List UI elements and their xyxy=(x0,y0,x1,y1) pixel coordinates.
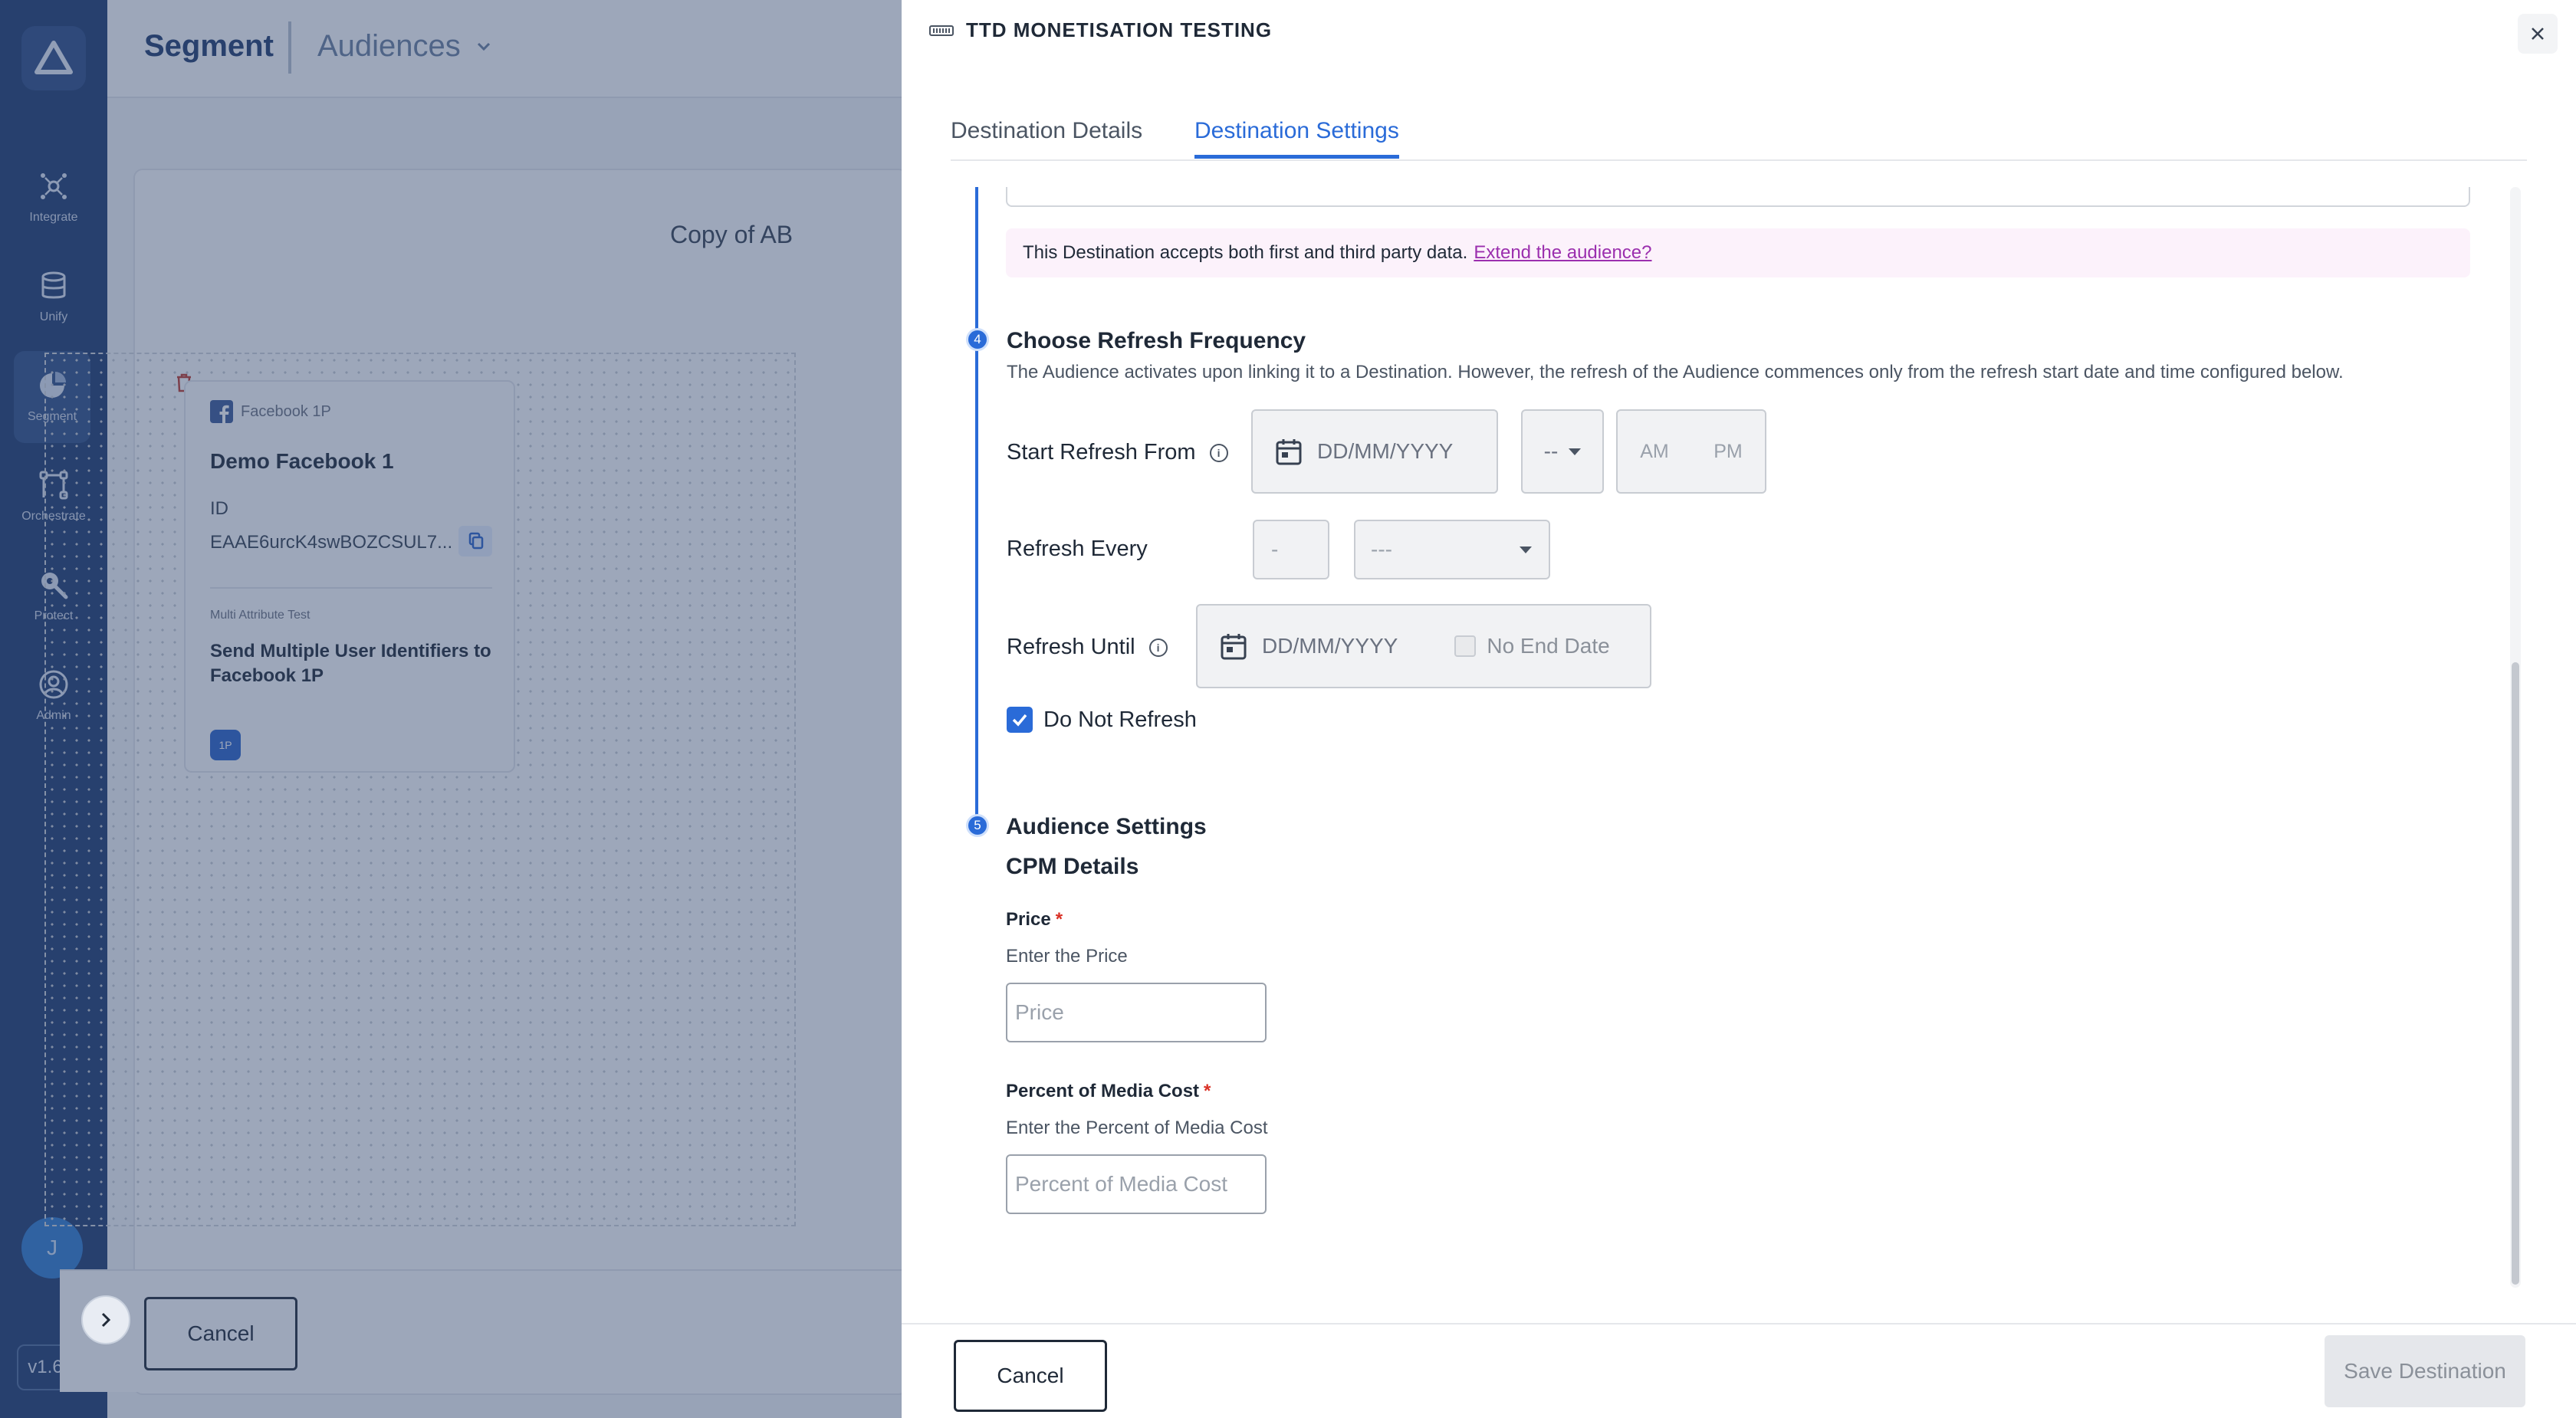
drawer-tabs: Destination Details Destination Settings xyxy=(951,107,2527,161)
close-drawer-button[interactable] xyxy=(2518,14,2558,54)
refresh-until-label: Refresh Until i xyxy=(1007,635,1168,660)
notice-text: This Destination accepts both first and … xyxy=(1023,242,1468,263)
cancel-button[interactable]: Cancel xyxy=(954,1340,1107,1412)
caret-down-icon xyxy=(1520,546,1532,553)
step-number-4: 4 xyxy=(966,328,989,351)
refresh-unit-placeholder: --- xyxy=(1371,537,1392,561)
previous-section-input[interactable] xyxy=(1006,187,2470,207)
am-option[interactable]: AM xyxy=(1640,441,1669,463)
media-cost-input[interactable] xyxy=(1006,1154,1267,1214)
start-date-picker[interactable]: DD/MM/YYYY xyxy=(1251,409,1498,494)
destination-drawer: TTD MONETISATION TESTING Destination Det… xyxy=(902,0,2576,1418)
drawer-footer: Cancel Save Destination xyxy=(902,1323,2576,1418)
checkmark-icon xyxy=(1012,714,1027,727)
refresh-unit-select[interactable]: --- xyxy=(1354,520,1550,579)
no-end-date-label: No End Date xyxy=(1487,634,1610,658)
price-label-text: Price xyxy=(1006,909,1051,930)
start-refresh-label: Start Refresh From i xyxy=(1007,440,1228,465)
third-party-notice: This Destination accepts both first and … xyxy=(1006,228,2470,277)
do-not-refresh-option[interactable]: Do Not Refresh xyxy=(1007,707,1197,733)
modal-overlay[interactable] xyxy=(0,0,902,1418)
start-date-placeholder: DD/MM/YYYY xyxy=(1317,439,1454,463)
until-date-picker[interactable]: DD/MM/YYYY No End Date xyxy=(1196,604,1651,688)
price-help-text: Enter the Price xyxy=(1006,946,1128,967)
refresh-every-input[interactable]: - xyxy=(1253,520,1329,579)
settings-scroll-area[interactable]: This Destination accepts both first and … xyxy=(902,187,2576,1321)
price-input[interactable] xyxy=(1006,983,1267,1042)
scrollbar-thumb[interactable] xyxy=(2512,662,2519,1285)
hour-placeholder: -- xyxy=(1543,439,1559,463)
media-cost-label-text: Percent of Media Cost xyxy=(1006,1081,1200,1101)
info-icon[interactable]: i xyxy=(1209,443,1228,462)
info-icon[interactable]: i xyxy=(1148,638,1168,657)
expand-nav-button[interactable] xyxy=(81,1295,130,1344)
drawer-title: TTD MONETISATION TESTING xyxy=(966,18,1273,41)
cpm-details-title: CPM Details xyxy=(1006,854,1139,879)
calendar-icon xyxy=(1221,634,1247,660)
no-end-date-option[interactable]: No End Date xyxy=(1454,634,1610,658)
do-not-refresh-label: Do Not Refresh xyxy=(1043,707,1197,732)
caret-down-icon xyxy=(1569,448,1582,455)
chevron-right-icon xyxy=(101,1312,111,1328)
calendar-icon xyxy=(1276,439,1302,465)
refresh-section-title: Choose Refresh Frequency xyxy=(1007,328,1306,353)
extend-audience-link[interactable]: Extend the audience? xyxy=(1474,242,1651,264)
media-cost-help-text: Enter the Percent of Media Cost xyxy=(1006,1118,1268,1138)
refresh-until-text: Refresh Until xyxy=(1007,635,1135,659)
required-marker: * xyxy=(1204,1081,1211,1101)
tab-destination-settings[interactable]: Destination Settings xyxy=(1194,118,1399,159)
pm-option[interactable]: PM xyxy=(1714,441,1743,463)
start-hour-select[interactable]: -- xyxy=(1521,409,1604,494)
media-cost-label: Percent of Media Cost * xyxy=(1006,1081,1211,1102)
audience-section-title: Audience Settings xyxy=(1006,814,1207,839)
required-marker: * xyxy=(1055,909,1063,930)
ttd-logo-icon xyxy=(929,25,954,36)
no-end-date-checkbox[interactable] xyxy=(1454,635,1477,657)
price-label: Price * xyxy=(1006,909,1063,931)
refresh-every-label: Refresh Every xyxy=(1007,537,1148,561)
close-icon xyxy=(2532,28,2544,40)
do-not-refresh-checkbox[interactable] xyxy=(1007,707,1033,733)
save-destination-button[interactable]: Save Destination xyxy=(2325,1335,2525,1407)
am-pm-toggle[interactable]: AM PM xyxy=(1616,409,1766,494)
step-number-5: 5 xyxy=(966,814,989,837)
stepper-line xyxy=(975,187,978,817)
start-refresh-text: Start Refresh From xyxy=(1007,440,1196,464)
tab-destination-details[interactable]: Destination Details xyxy=(951,118,1142,155)
drawer-header: TTD MONETISATION TESTING xyxy=(929,18,1272,42)
refresh-section-description: The Audience activates upon linking it t… xyxy=(1007,362,2344,382)
until-date-placeholder: DD/MM/YYYY xyxy=(1262,634,1398,658)
